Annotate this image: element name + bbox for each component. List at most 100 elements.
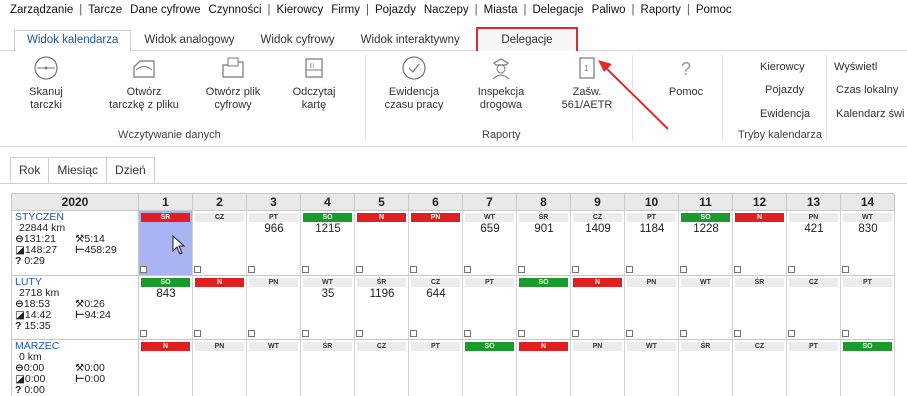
- day-cell[interactable]: CZ 644: [409, 276, 463, 340]
- day-cell[interactable]: ŚR: [301, 340, 355, 396]
- day-name-badge: SO: [519, 278, 568, 287]
- day-cell[interactable]: PT: [841, 276, 895, 340]
- local-time-option[interactable]: Czas lokalny: [836, 84, 898, 96]
- day-cell[interactable]: WT: [679, 276, 733, 340]
- day-header: 11: [679, 193, 733, 211]
- day-cell[interactable]: CZ: [787, 276, 841, 340]
- month-summary[interactable]: LUTY 2718 km ⊖18:53 ⚒0:26 ◪14:42 ⊢94:24? 15:3…: [11, 276, 139, 340]
- day-cell[interactable]: CZ: [193, 211, 247, 276]
- day-km-value: 659: [480, 223, 500, 235]
- menu-miasta[interactable]: Miasta: [480, 4, 522, 16]
- read-card-button[interactable]: ||| Odczytaj kartę: [288, 55, 340, 112]
- day-cell[interactable]: PT: [787, 340, 841, 396]
- open-disc-icon: [133, 60, 155, 78]
- tab-widok-interaktywny[interactable]: Widok interaktywny: [348, 30, 473, 50]
- menu-pomoc[interactable]: Pomoc: [692, 4, 736, 16]
- day-cell[interactable]: N: [139, 340, 193, 396]
- day-header: 10: [625, 193, 679, 211]
- day-name-badge: PN: [195, 342, 244, 351]
- tab-year[interactable]: Rok: [10, 157, 50, 183]
- tab-widok-cyfrowy[interactable]: Widok cyfrowy: [248, 30, 348, 50]
- day-cell[interactable]: N: [571, 276, 625, 340]
- day-record-marker: [518, 330, 525, 337]
- day-cell[interactable]: SO 843: [139, 276, 193, 340]
- help-button[interactable]: ? Pomoc: [664, 55, 708, 99]
- day-cell[interactable]: ŚR: [733, 276, 787, 340]
- day-cell[interactable]: PN 421: [787, 211, 841, 276]
- menu-paliwo[interactable]: Paliwo: [588, 4, 630, 16]
- day-cell[interactable]: ŚR 901: [517, 211, 571, 276]
- day-cell[interactable]: CZ: [355, 340, 409, 396]
- menu-firmy[interactable]: Firmy: [327, 4, 364, 16]
- day-name-badge: WT: [465, 213, 514, 222]
- day-cell[interactable]: CZ 1409: [571, 211, 625, 276]
- day-cell[interactable]: PT: [463, 276, 517, 340]
- day-cell[interactable]: N: [517, 340, 571, 396]
- day-cell[interactable]: SO: [841, 340, 895, 396]
- open-disc-button[interactable]: Otwórz tarczkę z pliku: [104, 55, 184, 112]
- day-cell[interactable]: PN: [247, 276, 301, 340]
- day-cell[interactable]: SO 1215: [301, 211, 355, 276]
- tab-widok-kalendarza[interactable]: Widok kalendarza: [14, 30, 132, 51]
- day-cell[interactable]: ŚR: [679, 340, 733, 396]
- tab-month[interactable]: Miesiąc: [48, 157, 108, 183]
- menu-naczepy[interactable]: Naczepy: [420, 4, 473, 16]
- day-cell[interactable]: WT: [247, 340, 301, 396]
- day-cell[interactable]: WT 659: [463, 211, 517, 276]
- month-summary[interactable]: MARZEC 0 km ⊖0:00 ⚒0:00 ◪0:00 ⊢0:00? 0:00: [11, 340, 139, 396]
- inspection-label-1: Inspekcja: [477, 86, 525, 98]
- day-cell[interactable]: WT: [625, 340, 679, 396]
- day-cell[interactable]: N: [733, 211, 787, 276]
- menu-delegacje[interactable]: Delegacje: [529, 4, 588, 16]
- day-record-marker: [464, 266, 471, 273]
- menu-tarcze[interactable]: Tarcze: [84, 4, 126, 16]
- menu-czynnosci[interactable]: Czynności: [204, 4, 265, 16]
- day-cell[interactable]: SO: [517, 276, 571, 340]
- open-digital-file-button[interactable]: Otwórz plik cyfrowy: [196, 55, 270, 112]
- menu-kierowcy[interactable]: Kierowcy: [273, 4, 328, 16]
- menu-dane-cyfrowe[interactable]: Dane cyfrowe: [126, 4, 204, 16]
- day-cell[interactable]: PN: [571, 340, 625, 396]
- menu-zarzadzanie[interactable]: Zarządzanie: [6, 4, 77, 16]
- day-km-value: 966: [264, 223, 284, 235]
- day-cell[interactable]: PN: [193, 340, 247, 396]
- menu-raporty[interactable]: Raporty: [637, 4, 685, 16]
- unknown-icon: ?: [15, 320, 22, 332]
- open-file-icon: [222, 57, 244, 78]
- day-cell[interactable]: ŚR 1196: [355, 276, 409, 340]
- day-cell[interactable]: SO: [463, 340, 517, 396]
- mode-vehicles[interactable]: Pojazdy: [765, 84, 804, 96]
- view-tabs-divider: [0, 183, 907, 184]
- card-reader-icon: |||: [305, 58, 323, 78]
- day-record-marker: [140, 266, 147, 273]
- mode-drivers[interactable]: Kierowcy: [760, 61, 805, 73]
- group-label-read: Wczytywanie danych: [118, 129, 221, 141]
- day-cell[interactable]: PT 1184: [625, 211, 679, 276]
- display-option[interactable]: Wyświetl: [834, 61, 877, 73]
- day-cell[interactable]: PN: [625, 276, 679, 340]
- tab-day[interactable]: Dzień: [106, 157, 155, 183]
- tab-delegacje[interactable]: Delegacje: [476, 27, 578, 54]
- day-cell[interactable]: PT 966: [247, 211, 301, 276]
- day-cell[interactable]: ŚR: [139, 211, 193, 276]
- menu-pojazdy[interactable]: Pojazdy: [371, 4, 420, 16]
- day-name-badge: CZ: [411, 278, 460, 287]
- day-cell[interactable]: SO 1228: [679, 211, 733, 276]
- day-cell[interactable]: WT 830: [841, 211, 895, 276]
- month-summary[interactable]: STYCZEŃ 22844 km ⊖131:21 ⚒5:14 ◪148:27 ⊢458:2…: [11, 211, 139, 276]
- road-inspection-button[interactable]: Inspekcja drogowa: [468, 55, 534, 112]
- holiday-calendar-option[interactable]: Kalendarz świ: [836, 108, 904, 120]
- day-cell[interactable]: WT 35: [301, 276, 355, 340]
- unknown-icon: ?: [15, 384, 22, 396]
- day-cell[interactable]: PN: [409, 211, 463, 276]
- work-time-records-button[interactable]: Ewidencja czasu pracy: [376, 55, 452, 112]
- day-cell[interactable]: CZ: [733, 340, 787, 396]
- scan-discs-button[interactable]: Skanuj tarczki: [18, 55, 74, 112]
- day-cell[interactable]: N: [193, 276, 247, 340]
- day-name-badge: PN: [411, 213, 460, 222]
- mode-records[interactable]: Ewidencja: [760, 108, 810, 120]
- certificate-561-button[interactable]: 1 Zašw. 561/AETR: [556, 55, 618, 112]
- tab-widok-analogowy[interactable]: Widok analogowy: [131, 30, 247, 50]
- day-cell[interactable]: PT: [409, 340, 463, 396]
- day-cell[interactable]: N: [355, 211, 409, 276]
